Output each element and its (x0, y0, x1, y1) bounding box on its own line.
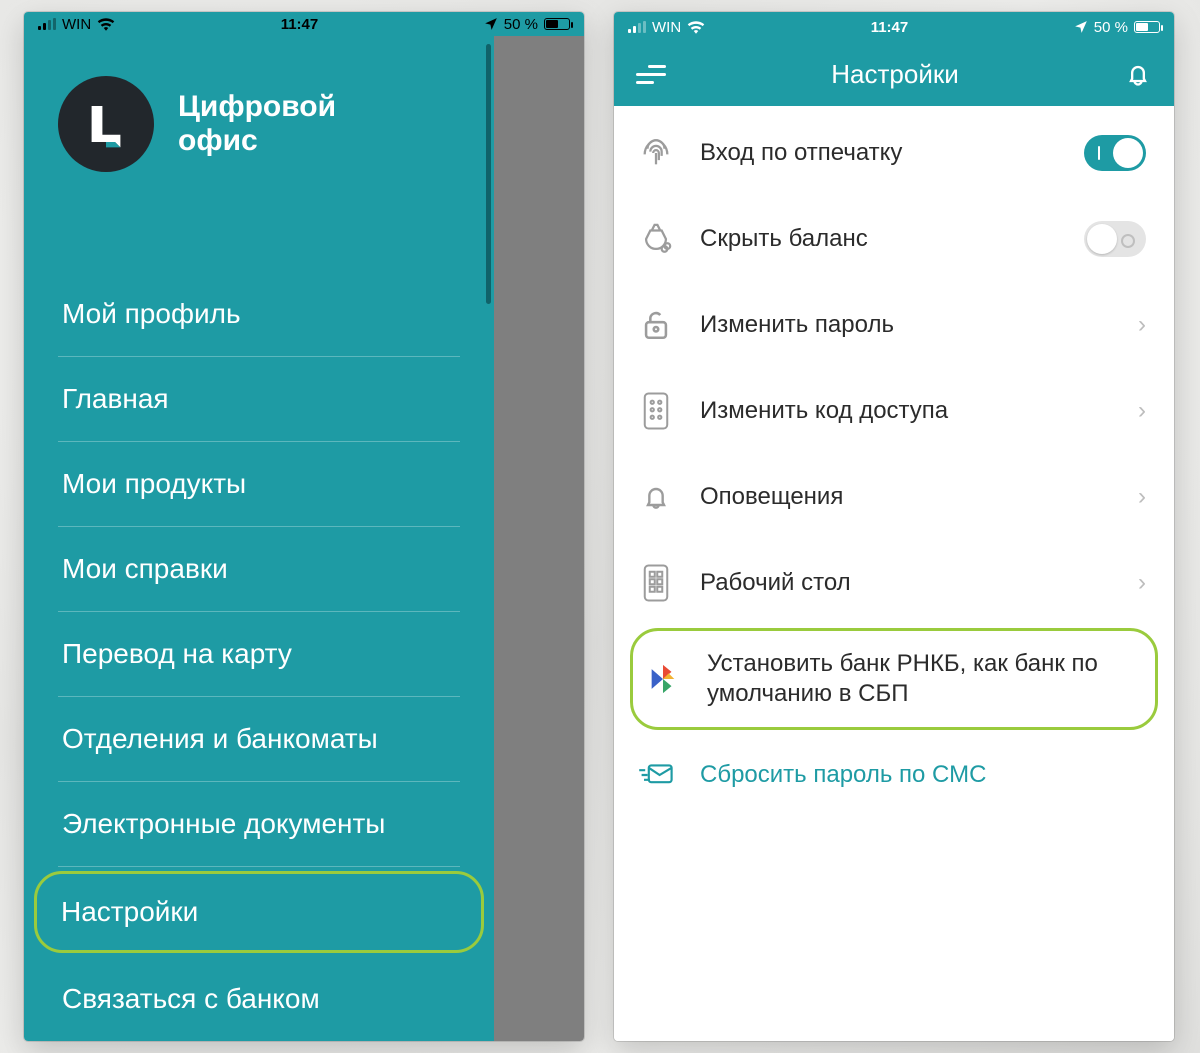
drawer-item-label: Перевод на карту (62, 638, 292, 669)
dashboard-icon (634, 564, 678, 602)
chevron-right-icon: › (1138, 483, 1146, 511)
settings-row-label: Скрыть баланс (700, 224, 1062, 254)
drawer-item-label: Электронные документы (62, 808, 385, 839)
page-title: Настройки (831, 59, 959, 90)
lock-open-icon (634, 308, 678, 342)
signal-icon (628, 21, 646, 33)
settings-row-label: Изменить код доступа (700, 396, 1116, 426)
drawer-item-label: Настройки (61, 896, 198, 927)
settings-row-label: Оповещения (700, 482, 1116, 512)
drawer-item-6[interactable]: Электронные документы (58, 782, 460, 867)
settings-row-keypad[interactable]: Изменить код доступа › (614, 368, 1174, 454)
drawer-item-5[interactable]: Отделения и банкоматы (58, 697, 460, 782)
drawer-item-label: Мои продукты (62, 468, 246, 499)
dimmed-backdrop[interactable] (494, 36, 584, 1041)
bell-icon (634, 481, 678, 513)
notifications-icon[interactable] (1124, 60, 1152, 88)
drawer-item-1[interactable]: Главная (58, 357, 460, 442)
side-drawer: Цифровой офис Мой профиль Главная Мои прод… (24, 36, 494, 1041)
settings-row-sms[interactable]: Сбросить пароль по СМС (614, 732, 1174, 818)
signal-icon (38, 18, 56, 30)
battery-text: 50 % (1094, 19, 1128, 36)
drawer-item-label: Мои справки (62, 553, 228, 584)
chevron-right-icon: › (1138, 311, 1146, 339)
brand-block: Цифровой офис (24, 36, 494, 182)
location-icon (1074, 20, 1088, 34)
battery-icon (544, 18, 570, 30)
phone-left: WIN 11:47 50 % (24, 12, 584, 1041)
moneybag-icon (634, 222, 678, 256)
settings-row-fingerprint[interactable]: Вход по отпечатку (614, 110, 1174, 196)
settings-row-label: Установить банк РНКБ, как банк по умолча… (707, 649, 1143, 709)
drawer-item-7[interactable]: Настройки (34, 871, 484, 953)
scrollbar[interactable] (486, 44, 491, 304)
drawer-item-label: Связаться с банком (62, 983, 320, 1014)
status-time: 11:47 (871, 19, 909, 36)
settings-row-moneybag[interactable]: Скрыть баланс (614, 196, 1174, 282)
sbp-icon (641, 662, 685, 696)
app-logo-icon (58, 76, 154, 172)
drawer-item-2[interactable]: Мои продукты (58, 442, 460, 527)
status-bar: WIN 11:47 50 % (614, 12, 1174, 42)
battery-text: 50 % (504, 16, 538, 33)
drawer-item-label: Мой профиль (62, 298, 241, 329)
battery-icon (1134, 21, 1160, 33)
toggle[interactable] (1084, 135, 1146, 171)
drawer-item-label: Отделения и банкоматы (62, 723, 378, 754)
status-bar: WIN 11:47 50 % (24, 12, 584, 36)
settings-row-label: Вход по отпечатку (700, 138, 1062, 168)
settings-row-sbp[interactable]: Установить банк РНКБ, как банк по умолча… (630, 628, 1158, 730)
settings-row-bell[interactable]: Оповещения › (614, 454, 1174, 540)
menu-icon[interactable] (636, 65, 666, 84)
settings-row-label: Рабочий стол (700, 568, 1116, 598)
chevron-right-icon: › (1138, 569, 1146, 597)
status-time: 11:47 (281, 16, 319, 33)
chevron-right-icon: › (1138, 397, 1146, 425)
brand-title: Цифровой офис (178, 90, 336, 159)
settings-row-label: Изменить пароль (700, 310, 1116, 340)
wifi-icon (687, 20, 705, 34)
carrier-label: WIN (62, 16, 91, 33)
drawer-item-3[interactable]: Мои справки (58, 527, 460, 612)
settings-row-label: Сбросить пароль по СМС (700, 760, 1146, 790)
nav-bar: Настройки (614, 42, 1174, 106)
keypad-icon (634, 392, 678, 430)
sms-icon (634, 762, 678, 788)
toggle[interactable] (1084, 221, 1146, 257)
drawer-item-8[interactable]: Связаться с банком (58, 957, 460, 1041)
drawer-item-0[interactable]: Мой профиль (58, 272, 460, 357)
fingerprint-icon (634, 136, 678, 170)
carrier-label: WIN (652, 19, 681, 36)
wifi-icon (97, 17, 115, 31)
settings-row-dashboard[interactable]: Рабочий стол › (614, 540, 1174, 626)
drawer-item-label: Главная (62, 383, 169, 414)
location-icon (484, 17, 498, 31)
phone-right: WIN 11:47 50 % Настройки Вход по отпечат… (614, 12, 1174, 1041)
drawer-item-4[interactable]: Перевод на карту (58, 612, 460, 697)
settings-row-lock-open[interactable]: Изменить пароль › (614, 282, 1174, 368)
